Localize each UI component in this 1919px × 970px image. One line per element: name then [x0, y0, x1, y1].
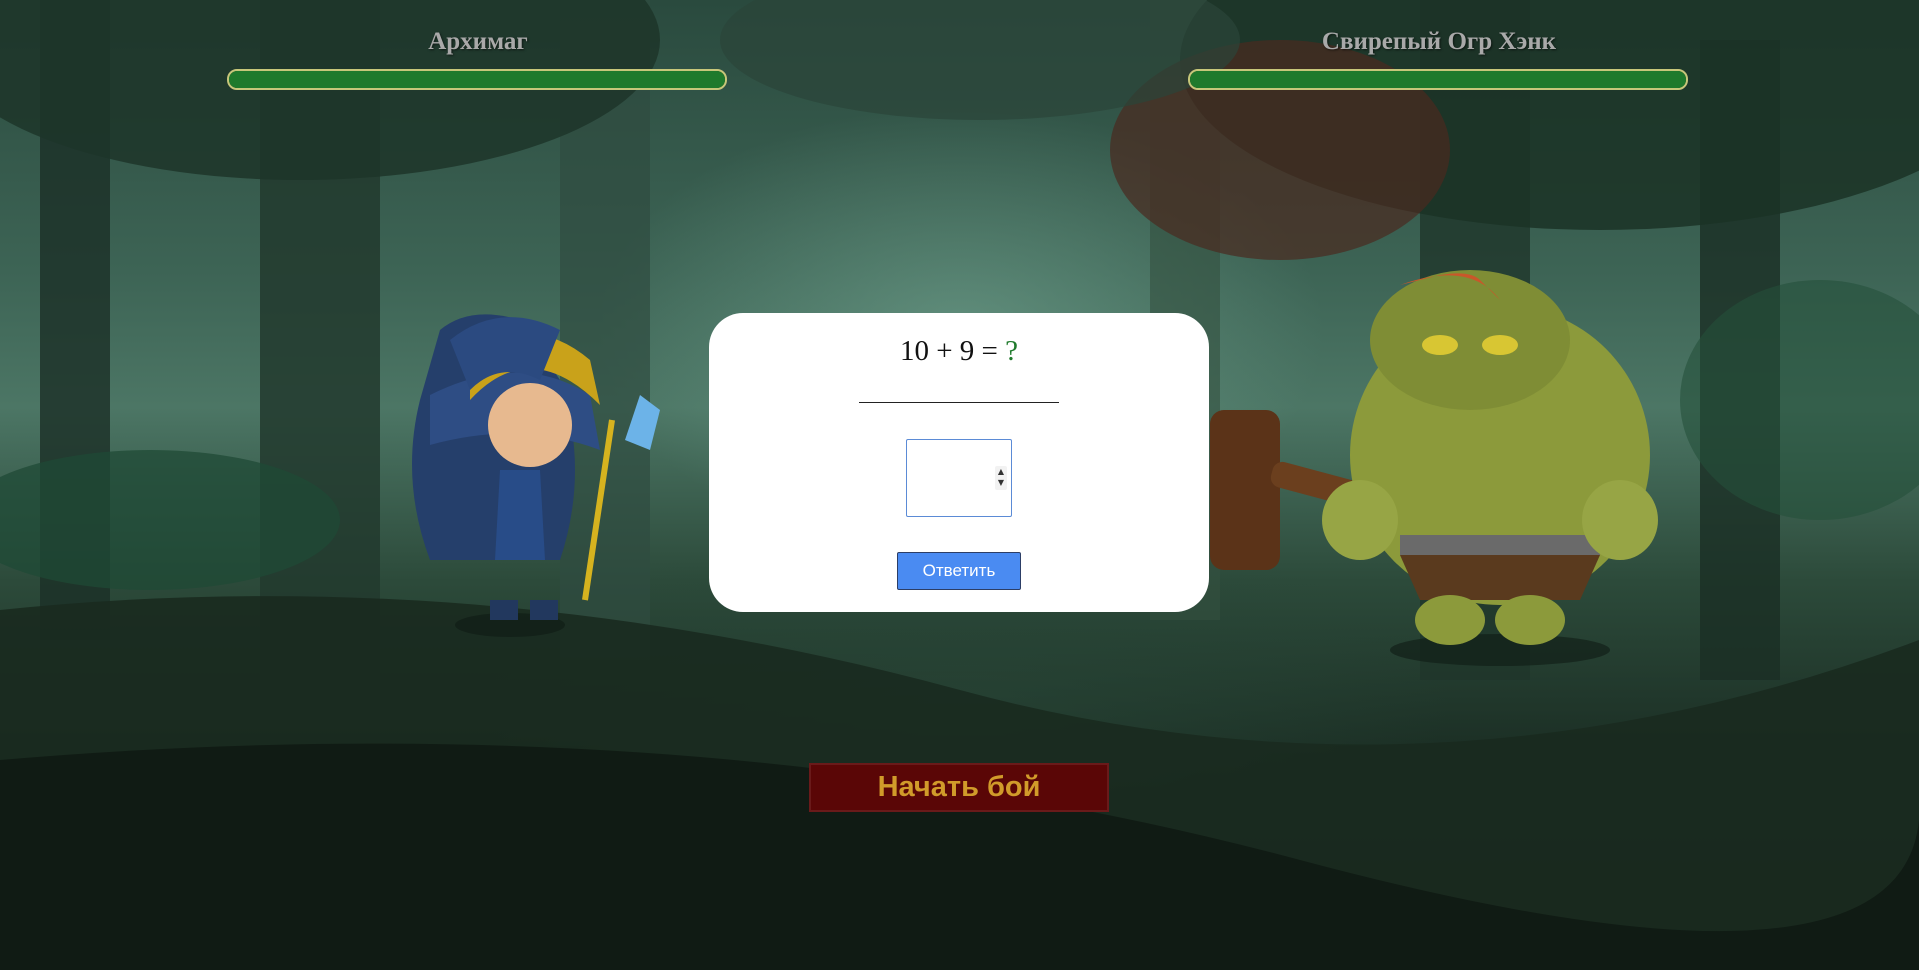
ogre-sprite — [1210, 270, 1658, 666]
question-unknown: ? — [1005, 335, 1019, 367]
number-spinner[interactable]: ▲ ▼ — [995, 466, 1007, 490]
spinner-down-icon[interactable]: ▼ — [995, 477, 1007, 488]
submit-answer-button[interactable]: Ответить — [897, 552, 1021, 590]
player-hp-fill — [229, 71, 725, 88]
enemy-hp-fill — [1190, 71, 1686, 88]
enemy-hp-bar — [1188, 69, 1688, 90]
question-expression: 10 + 9 = — [899, 335, 1006, 367]
start-battle-button[interactable]: Начать бой — [809, 763, 1109, 812]
answer-field[interactable]: ▲ ▼ — [906, 439, 1012, 517]
player-name: Архимаг — [428, 28, 528, 55]
quiz-modal: 10 + 9 = ? ▲ ▼ Ответить — [709, 313, 1209, 612]
answer-input[interactable] — [911, 444, 985, 512]
spinner-up-icon[interactable]: ▲ — [995, 466, 1007, 477]
enemy-name: Свирепый Огр Хэнк — [1321, 28, 1557, 55]
math-question: 10 + 9 = ? — [709, 335, 1209, 368]
question-divider — [859, 402, 1059, 403]
player-hp-bar — [227, 69, 727, 90]
